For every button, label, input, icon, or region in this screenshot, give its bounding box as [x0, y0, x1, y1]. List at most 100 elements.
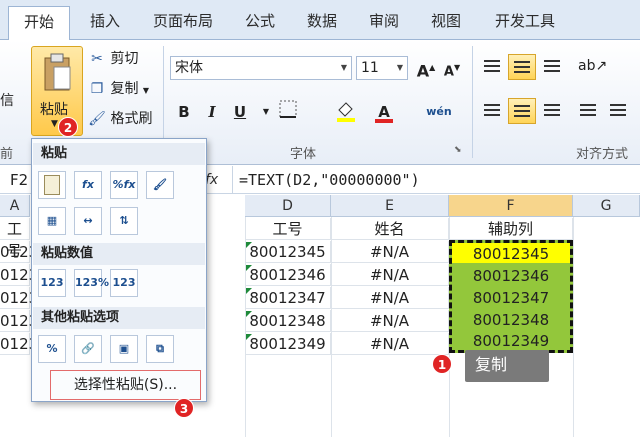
paste-menu: 粘贴 fx %fx 🖌 ▦ ↔ ⇅ 粘贴数值 123 123% 123 其他粘贴… [31, 138, 207, 402]
align-bottom-button[interactable] [538, 54, 566, 80]
align-middle-button[interactable] [508, 54, 536, 80]
bold-button[interactable]: B [172, 100, 196, 124]
paste-option-values-number-format[interactable]: 123% [74, 269, 109, 297]
paste-option-formulas-number-format[interactable]: %fx [110, 171, 138, 199]
chevron-down-icon[interactable]: ▼ [337, 57, 351, 79]
align-left-button[interactable] [478, 98, 506, 124]
formula-input[interactable]: =TEXT(D2,"00000000") [232, 166, 640, 194]
paste-option-paste[interactable] [38, 171, 66, 199]
cell-d[interactable]: 80012345 [245, 241, 331, 263]
italic-button[interactable]: I [200, 100, 224, 124]
name-box[interactable]: F2 [0, 168, 34, 192]
tab-developer[interactable]: 开发工具 [482, 6, 568, 40]
chevron-down-icon[interactable]: ▼ [143, 86, 149, 95]
cell-e[interactable]: #N/A [331, 310, 449, 332]
decrease-indent-button[interactable] [574, 98, 602, 124]
cell-d[interactable]: 80012346 [245, 264, 331, 286]
grow-font-button[interactable]: A▲ [414, 56, 438, 80]
paste-option-formulas[interactable]: fx [74, 171, 102, 199]
cell-d[interactable]: 80012348 [245, 310, 331, 332]
copy-icon: ❐ [90, 81, 104, 97]
align-top-button[interactable] [478, 54, 506, 80]
paste-option-keep-source-format[interactable]: 🖌 [146, 171, 174, 199]
font-name-combo[interactable]: 宋体 ▼ [170, 56, 352, 80]
paste-label: 粘贴 [40, 102, 68, 118]
column-header-g[interactable]: G [573, 195, 640, 217]
cell-e[interactable]: #N/A [331, 264, 449, 286]
cell-f[interactable]: 80012348 [452, 309, 570, 331]
cell-e1[interactable]: 姓名 [331, 218, 449, 240]
step-badge-3: 3 [174, 398, 194, 418]
increase-indent-button[interactable] [604, 98, 632, 124]
font-group-label: 字体 [290, 147, 317, 162]
chevron-down-icon[interactable]: ▼ [393, 57, 407, 79]
paste-option-keep-column-widths[interactable]: ↔ [74, 207, 102, 235]
column-header-f[interactable]: F [449, 195, 573, 217]
chevron-down-icon[interactable]: ▼ [254, 100, 278, 124]
clipped-group-label: 前 [0, 147, 14, 162]
paste-option-linked-picture[interactable]: ⧉ [146, 335, 174, 363]
format-painter-button[interactable]: 🖌 格式刷 [88, 108, 152, 130]
column-header-e[interactable]: E [331, 195, 449, 217]
error-indicator [246, 334, 252, 340]
error-indicator [246, 242, 252, 248]
cell-f[interactable]: 80012349 [452, 330, 570, 352]
cell-d[interactable]: 80012347 [245, 287, 331, 309]
tab-formulas[interactable]: 公式 [232, 6, 288, 40]
underline-button[interactable]: U [228, 100, 252, 124]
cell-a[interactable]: 0123 [0, 287, 38, 309]
brush-icon: 🖌 [88, 111, 106, 127]
tab-data[interactable]: 数据 [294, 6, 350, 40]
tab-home[interactable]: 开始 [8, 6, 70, 41]
ribbon-tabs: 开始 插入 页面布局 公式 数据 审阅 视图 开发工具 [0, 0, 640, 41]
column-header-d[interactable]: D [245, 195, 331, 217]
paste-option-formatting[interactable]: % [38, 335, 66, 363]
chevron-down-icon[interactable]: ▼ [51, 119, 58, 129]
paste-option-values[interactable]: 123 [38, 269, 66, 297]
phonetic-button[interactable]: wén [424, 100, 454, 124]
cell-f1[interactable]: 辅助列 [449, 218, 573, 240]
paste-option-no-borders[interactable]: ▦ [38, 207, 66, 235]
paste-option-values-source-format[interactable]: 123 [110, 269, 138, 297]
column-header-a[interactable]: A [0, 195, 30, 217]
fill-color-button[interactable] [334, 100, 358, 124]
cut-label: 剪切 [110, 51, 139, 67]
cell-a[interactable]: 0123 [0, 241, 38, 263]
cell-a[interactable]: 0123 [0, 264, 38, 286]
paste-option-link[interactable]: 🔗 [74, 335, 102, 363]
paste-special-item[interactable]: 选择性粘贴(S)... [50, 370, 201, 400]
tab-page-layout[interactable]: 页面布局 [140, 6, 226, 40]
cut-button[interactable]: ✂ 剪切 [88, 48, 138, 70]
shrink-font-button[interactable]: A▼ [440, 56, 464, 80]
orientation-button[interactable]: ab↗ [578, 54, 607, 80]
align-right-button[interactable] [538, 98, 566, 124]
font-size-value: 11 [361, 60, 379, 76]
paste-option-transpose[interactable]: ⇅ [110, 207, 138, 235]
cell-a[interactable]: 0123 [0, 333, 38, 355]
cell-e[interactable]: #N/A [331, 287, 449, 309]
cell-d1[interactable]: 工号 [245, 218, 331, 240]
cell-e[interactable]: #N/A [331, 241, 449, 263]
tab-view[interactable]: 视图 [418, 6, 474, 40]
cell-f[interactable]: 80012346 [452, 265, 570, 287]
error-indicator [246, 311, 252, 317]
tab-insert[interactable]: 插入 [76, 6, 134, 40]
font-size-combo[interactable]: 11 ▼ [356, 56, 408, 80]
font-color-button[interactable]: A [372, 100, 396, 124]
cell-d[interactable]: 80012349 [245, 333, 331, 355]
tab-review[interactable]: 审阅 [356, 6, 412, 40]
cell-a[interactable]: 0123 [0, 310, 38, 332]
dialog-launcher-icon[interactable]: ⬊ [454, 145, 462, 155]
step-badge-2: 2 [58, 117, 78, 137]
paste-option-picture[interactable]: ▣ [110, 335, 138, 363]
copy-button[interactable]: ❐ 复制 ▼ [88, 78, 149, 100]
menu-section-paste: 粘贴 [33, 143, 205, 165]
menu-section-values: 粘贴数值 [33, 243, 205, 265]
cell-e[interactable]: #N/A [331, 333, 449, 355]
clipped-group-text: 信 [0, 93, 14, 109]
cell-f[interactable]: 80012345 [452, 243, 570, 265]
cell-f[interactable]: 80012347 [452, 287, 570, 309]
cell-a1[interactable]: 工号 [0, 218, 30, 260]
align-center-button[interactable] [508, 98, 536, 124]
border-button[interactable] [276, 100, 300, 124]
